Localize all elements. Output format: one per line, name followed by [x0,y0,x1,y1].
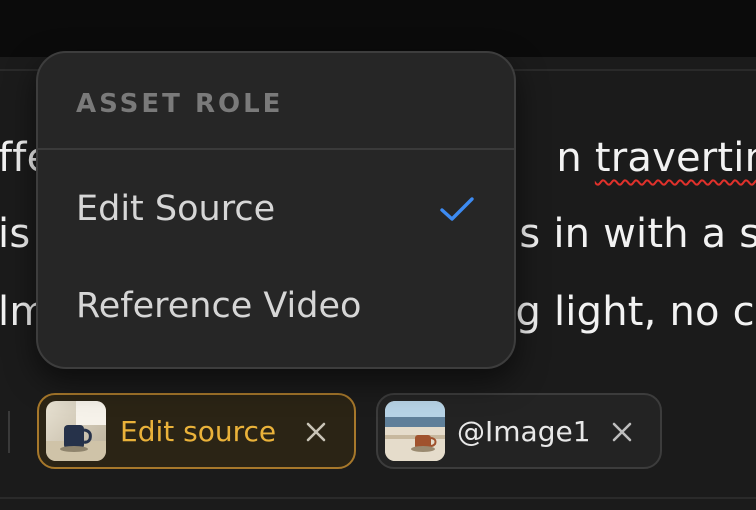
asset-chip-image1[interactable]: @Image1 [376,393,662,469]
asset-chip-edit-source[interactable]: Edit source [37,393,356,469]
asset-thumbnail-seaside [385,401,445,461]
menu-divider [38,148,514,150]
asset-role-menu: ASSET ROLE Edit Source Reference Video [36,51,516,369]
prompt-text-end: s in with a s [519,211,756,257]
menu-item-edit-source[interactable]: Edit Source [38,169,514,249]
bottom-divider [0,497,756,499]
asset-thumbnail-mug [46,401,106,461]
menu-item-label: Reference Video [76,286,362,326]
menu-item-reference-video[interactable]: Reference Video [38,266,514,346]
prompt-text-end: g light, no c [515,289,755,335]
chip-label: Edit source [120,414,277,448]
menu-item-label: Edit Source [76,189,276,229]
close-icon[interactable] [609,419,635,445]
prompt-text-start: is [0,211,31,257]
top-bar [0,0,756,57]
prompt-text-end-prefix: n [556,135,595,181]
close-icon[interactable] [303,419,329,445]
chip-label: @Image1 [457,414,591,448]
checkmark-icon [440,197,474,221]
chip-row-divider [8,411,10,453]
menu-title: ASSET ROLE [76,89,284,119]
editor-screen: ffen travertine iss in with a s lmg ligh… [0,0,756,510]
misspelled-word[interactable]: travertine [595,135,756,181]
